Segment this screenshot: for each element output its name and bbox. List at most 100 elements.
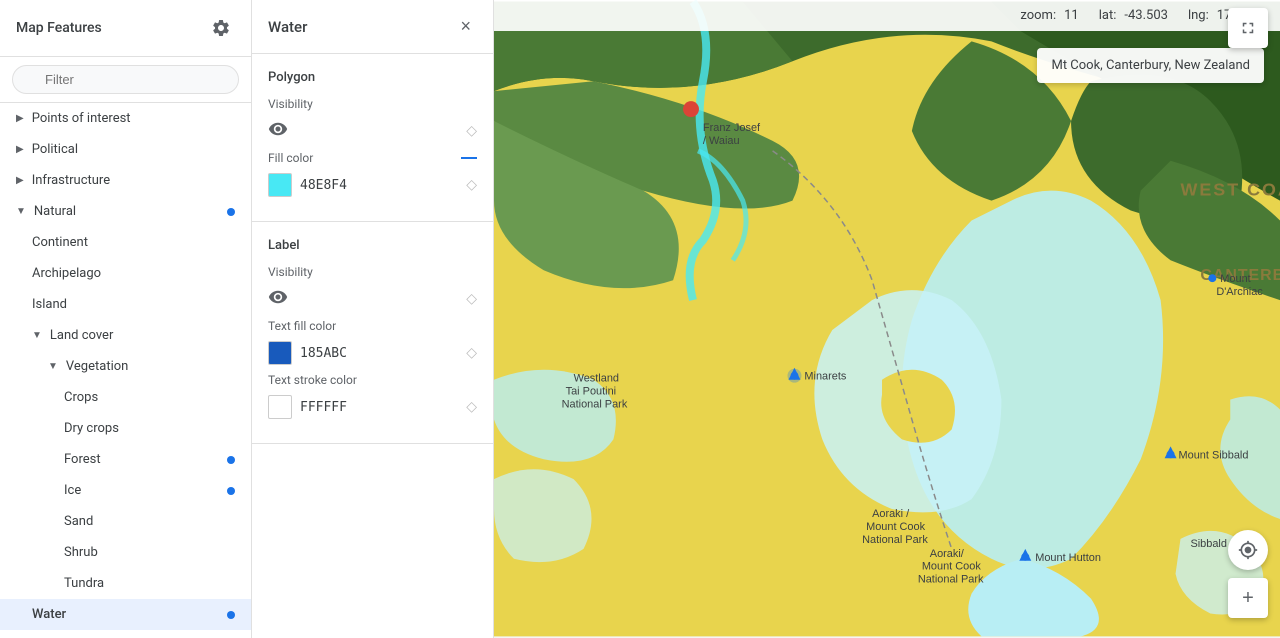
- lat-value: -43.503: [1124, 8, 1168, 23]
- map-svg[interactable]: WEST COAST CANTERBURY WEST COAST CANTERB…: [494, 0, 1280, 638]
- diamond-icon[interactable]: ◇: [466, 291, 477, 307]
- text-fill-color-row: 185ABC ◇: [268, 341, 477, 365]
- sidebar-item-label: Crops: [64, 390, 235, 405]
- svg-text:Westland: Westland: [574, 373, 619, 385]
- sidebar-item-forest[interactable]: Forest: [0, 444, 251, 475]
- sidebar-item-label: Infrastructure: [32, 173, 235, 188]
- gear-icon: [211, 18, 231, 38]
- label-section: Label Visibility ◇ Text fill color 185AB…: [252, 222, 493, 444]
- chevron-down-icon: ▼: [48, 361, 58, 372]
- svg-text:Aoraki/: Aoraki/: [930, 548, 965, 560]
- sidebar-item-water[interactable]: Water: [0, 599, 251, 630]
- svg-text:National Park: National Park: [862, 534, 928, 546]
- panel-header: Water ×: [252, 0, 493, 54]
- svg-text:Mount Hutton: Mount Hutton: [1035, 552, 1101, 564]
- sidebar-item-tundra[interactable]: Tundra: [0, 568, 251, 599]
- zoom-in-button[interactable]: +: [1228, 578, 1268, 618]
- zoom-label: zoom:: [1020, 8, 1056, 23]
- text-fill-color-swatch[interactable]: [268, 341, 292, 365]
- sidebar-item-dry-crops[interactable]: Dry crops: [0, 413, 251, 444]
- panel-title: Water: [268, 18, 307, 36]
- sidebar-item-land-cover[interactable]: ▼ Land cover: [0, 320, 251, 351]
- diamond-icon[interactable]: ◇: [466, 123, 477, 139]
- chevron-right-icon: ▶: [16, 175, 24, 186]
- sidebar-item-archipelago[interactable]: Archipelago: [0, 258, 251, 289]
- sidebar-item-label: Shrub: [64, 545, 235, 560]
- label-visibility-row: ◇: [268, 287, 477, 311]
- svg-text:Franz Josef: Franz Josef: [703, 122, 761, 134]
- sidebar-item-label: Land cover: [50, 328, 235, 343]
- svg-text:Sibbald: Sibbald: [1190, 538, 1227, 550]
- minus-line: [461, 157, 477, 159]
- chevron-down-icon: ▼: [32, 330, 42, 341]
- sidebar-item-vegetation[interactable]: ▼ Vegetation: [0, 351, 251, 382]
- svg-text:Mount Cook: Mount Cook: [866, 521, 926, 533]
- sidebar-item-label: Forest: [64, 452, 227, 467]
- svg-text:Mount: Mount: [1220, 273, 1250, 285]
- sidebar-item-island[interactable]: Island: [0, 289, 251, 320]
- sidebar-item-label: Dry crops: [64, 421, 235, 436]
- diamond-icon[interactable]: ◇: [466, 399, 477, 415]
- zoom-value: 11: [1064, 8, 1079, 23]
- fullscreen-icon: [1239, 19, 1257, 37]
- active-dot: [227, 456, 235, 464]
- diamond-icon[interactable]: ◇: [466, 345, 477, 361]
- svg-text:Tai Poutini: Tai Poutini: [566, 386, 616, 398]
- svg-text:Minarets: Minarets: [804, 371, 846, 383]
- sidebar-item-background[interactable]: ▶ Background: [0, 630, 251, 638]
- settings-button[interactable]: [207, 14, 235, 42]
- sidebar-item-label: Political: [32, 142, 235, 157]
- svg-text:Aoraki /: Aoraki /: [872, 508, 910, 520]
- sidebar-item-political[interactable]: ▶ Political: [0, 134, 251, 165]
- sidebar-item-label: Ice: [64, 483, 227, 498]
- eye-icon[interactable]: [268, 287, 288, 311]
- polygon-visibility-row: ◇: [268, 119, 477, 143]
- svg-text:/ Waiau: / Waiau: [703, 135, 740, 147]
- text-stroke-color-group[interactable]: FFFFFF: [268, 395, 347, 419]
- text-fill-color-group[interactable]: 185ABC: [268, 341, 347, 365]
- sidebar-item-label: Island: [32, 297, 235, 312]
- sidebar-item-continent[interactable]: Continent: [0, 227, 251, 258]
- text-stroke-color-swatch[interactable]: [268, 395, 292, 419]
- lat-label: lat:: [1099, 8, 1117, 23]
- active-dot: [227, 611, 235, 619]
- text-stroke-color-row: FFFFFF ◇: [268, 395, 477, 419]
- svg-text:Mount Sibbald: Mount Sibbald: [1179, 449, 1249, 461]
- svg-text:D'Archiac: D'Archiac: [1216, 286, 1263, 298]
- fill-color-swatch[interactable]: [268, 173, 292, 197]
- svg-text:Mount Cook: Mount Cook: [922, 561, 982, 573]
- map-controls: +: [1228, 530, 1268, 618]
- fullscreen-button[interactable]: [1228, 8, 1268, 48]
- sidebar-item-sand[interactable]: Sand: [0, 506, 251, 537]
- polygon-section-title: Polygon: [268, 70, 477, 85]
- sidebar-item-infrastructure[interactable]: ▶ Infrastructure: [0, 165, 251, 196]
- chevron-right-icon: ▶: [16, 113, 24, 124]
- location-tooltip: Mt Cook, Canterbury, New Zealand: [1037, 48, 1264, 83]
- sidebar-item-natural[interactable]: ▼ Natural: [0, 196, 251, 227]
- diamond-icon[interactable]: ◇: [466, 177, 477, 193]
- close-button[interactable]: ×: [454, 14, 477, 39]
- filter-input[interactable]: [12, 65, 239, 94]
- map-container[interactable]: zoom: 11 lat: -43.503 lng: 170.306 Mt Co…: [494, 0, 1280, 638]
- sidebar-item-label: Continent: [32, 235, 235, 250]
- location-text: Mt Cook, Canterbury, New Zealand: [1051, 58, 1250, 73]
- color-swatch-group[interactable]: 48E8F4: [268, 173, 347, 197]
- sidebar-item-points-of-interest[interactable]: ▶ Points of interest: [0, 103, 251, 134]
- chevron-down-icon: ▼: [16, 206, 26, 217]
- sidebar-item-label: Natural: [34, 204, 227, 219]
- sidebar-item-crops[interactable]: Crops: [0, 382, 251, 413]
- map-topbar: zoom: 11 lat: -43.503 lng: 170.306: [494, 0, 1280, 31]
- svg-text:National Park: National Park: [562, 399, 628, 411]
- fill-color-label: Fill color: [268, 151, 313, 165]
- location-button[interactable]: [1228, 530, 1268, 570]
- text-fill-label: Text fill color: [268, 319, 477, 333]
- sidebar-item-shrub[interactable]: Shrub: [0, 537, 251, 568]
- nav-list: ▶ Points of interest ▶ Political ▶ Infra…: [0, 103, 251, 638]
- plus-icon: +: [1242, 587, 1254, 610]
- sidebar-item-label: Water: [32, 607, 227, 622]
- polygon-section: Polygon Visibility ◇ Fill color 48E8F4 ◇: [252, 54, 493, 222]
- text-stroke-color-value: FFFFFF: [300, 400, 347, 415]
- sidebar-item-ice[interactable]: Ice: [0, 475, 251, 506]
- eye-icon[interactable]: [268, 119, 288, 143]
- visibility-label: Visibility: [268, 97, 477, 111]
